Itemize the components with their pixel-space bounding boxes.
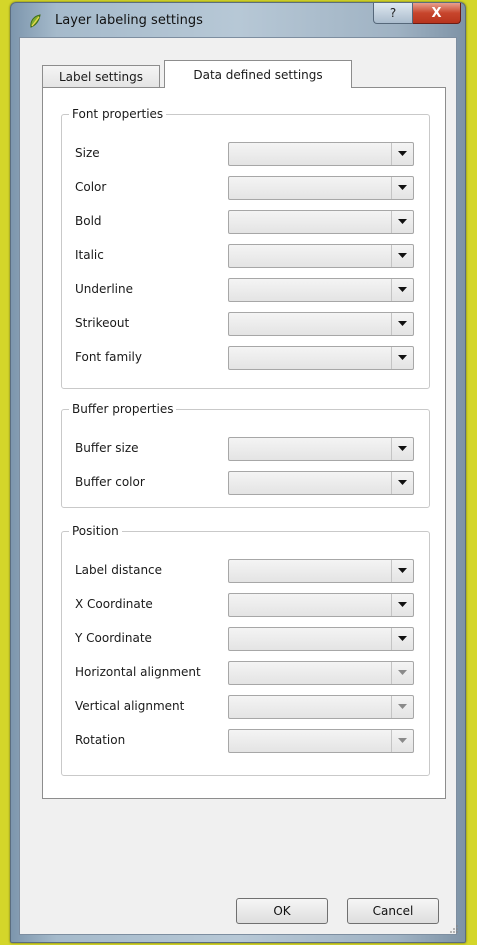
chevron-down-icon[interactable] — [391, 730, 413, 752]
tab-label-settings[interactable]: Label settings — [42, 65, 160, 88]
form-row: Rotation — [75, 729, 420, 753]
horizontal-alignment-combo[interactable] — [228, 661, 414, 685]
label-distance-label: Label distance — [75, 563, 163, 577]
italic-label: Italic — [75, 248, 104, 262]
font-properties-group: Font properties Size Color Bold Italic U… — [61, 107, 430, 389]
underline-label: Underline — [75, 282, 133, 296]
form-row: X Coordinate — [75, 593, 420, 617]
strikeout-label: Strikeout — [75, 316, 130, 330]
buffer-color-combo[interactable] — [228, 471, 414, 495]
form-row: Italic — [75, 244, 420, 268]
form-row: Bold — [75, 210, 420, 234]
tab-label: Data defined settings — [193, 67, 323, 82]
form-row: Font family — [75, 346, 420, 370]
button-label: Cancel — [372, 904, 414, 918]
chevron-down-icon[interactable] — [391, 438, 413, 460]
position-group: Position Label distance X Coordinate Y C… — [61, 524, 430, 776]
size-combo[interactable] — [228, 142, 414, 166]
chevron-down-icon[interactable] — [391, 560, 413, 582]
chevron-down-icon[interactable] — [391, 628, 413, 650]
chevron-down-icon[interactable] — [391, 279, 413, 301]
tab-label: Label settings — [58, 70, 144, 84]
form-row: Size — [75, 142, 420, 166]
tab-data-defined-settings[interactable]: Data defined settings — [164, 60, 352, 88]
form-row: Vertical alignment — [75, 695, 420, 719]
chevron-down-icon[interactable] — [391, 472, 413, 494]
group-title: Buffer properties — [69, 402, 177, 417]
chevron-down-icon[interactable] — [391, 143, 413, 165]
italic-combo[interactable] — [228, 244, 414, 268]
chevron-down-icon[interactable] — [391, 347, 413, 369]
vertical-alignment-label: Vertical alignment — [75, 699, 185, 713]
chevron-down-icon[interactable] — [391, 594, 413, 616]
cancel-button[interactable]: Cancel — [347, 898, 439, 924]
form-row: Label distance — [75, 559, 420, 583]
form-row: Color — [75, 176, 420, 200]
bold-label: Bold — [75, 214, 102, 228]
chevron-down-icon[interactable] — [391, 177, 413, 199]
form-row: Buffer size — [75, 437, 420, 461]
buffer-properties-group: Buffer properties Buffer size Buffer col… — [61, 402, 430, 508]
x-coordinate-label: X Coordinate — [75, 597, 153, 611]
y-coordinate-combo[interactable] — [228, 627, 414, 651]
form-row: Y Coordinate — [75, 627, 420, 651]
chevron-down-icon[interactable] — [391, 245, 413, 267]
strikeout-combo[interactable] — [228, 312, 414, 336]
rotation-label: Rotation — [75, 733, 126, 747]
buffer-color-label: Buffer color — [75, 475, 145, 489]
group-title: Font properties — [69, 107, 167, 122]
rotation-combo[interactable] — [228, 729, 414, 753]
buffer-size-combo[interactable] — [228, 437, 414, 461]
form-row: Buffer color — [75, 471, 420, 495]
horizontal-alignment-label: Horizontal alignment — [75, 665, 201, 679]
bold-combo[interactable] — [228, 210, 414, 234]
buffer-size-label: Buffer size — [75, 441, 139, 455]
chevron-down-icon[interactable] — [391, 696, 413, 718]
chevron-down-icon[interactable] — [391, 662, 413, 684]
font-family-combo[interactable] — [228, 346, 414, 370]
form-row: Horizontal alignment — [75, 661, 420, 685]
underline-combo[interactable] — [228, 278, 414, 302]
group-title: Position — [69, 524, 122, 539]
x-coordinate-combo[interactable] — [228, 593, 414, 617]
font-family-label: Font family — [75, 350, 142, 364]
size-label: Size — [75, 146, 100, 160]
ok-button[interactable]: OK — [236, 898, 328, 924]
vertical-alignment-combo[interactable] — [228, 695, 414, 719]
label-distance-combo[interactable] — [228, 559, 414, 583]
color-combo[interactable] — [228, 176, 414, 200]
form-row: Underline — [75, 278, 420, 302]
tab-panel: Font properties Size Color Bold Italic U… — [42, 87, 446, 799]
chevron-down-icon[interactable] — [391, 211, 413, 233]
resize-grip-icon[interactable] — [449, 924, 459, 934]
chevron-down-icon[interactable] — [391, 313, 413, 335]
button-label: OK — [273, 904, 291, 918]
form-row: Strikeout — [75, 312, 420, 336]
y-coordinate-label: Y Coordinate — [75, 631, 152, 645]
color-label: Color — [75, 180, 107, 194]
